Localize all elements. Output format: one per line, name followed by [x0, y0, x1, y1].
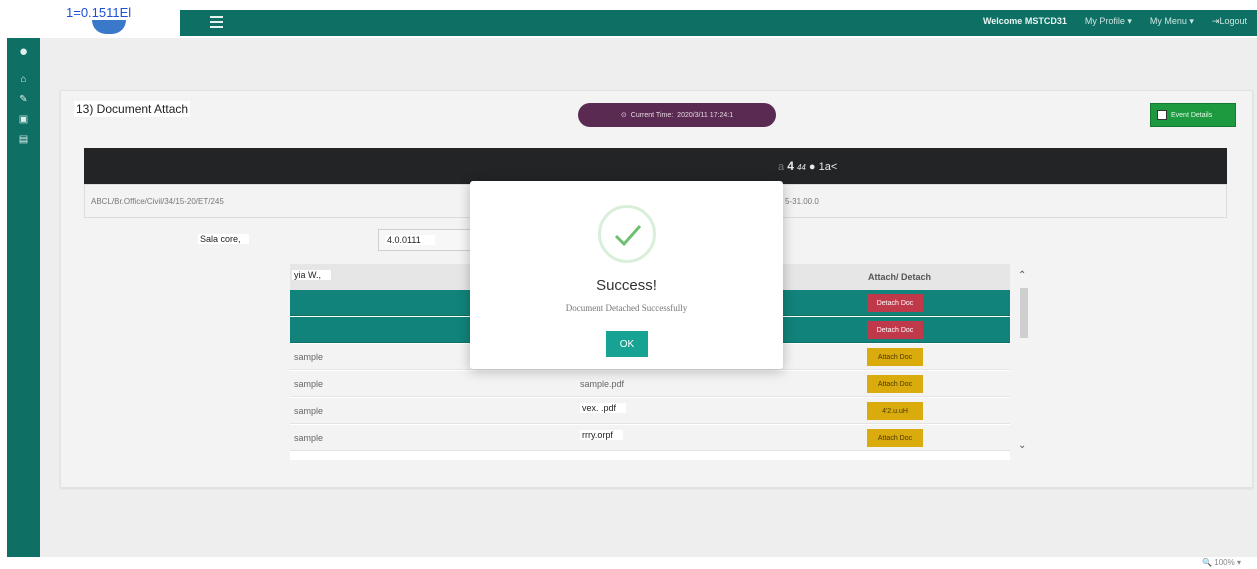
- app-window: 1=0.1511El Welcome MSTCD31 My Profile ▾ …: [0, 0, 1257, 569]
- row-name: sample: [294, 433, 324, 443]
- attach-doc-button[interactable]: 4'2.u.uH: [867, 402, 923, 420]
- my-menu[interactable]: My Menu ▾: [1150, 16, 1194, 27]
- hamburger-menu-icon[interactable]: [210, 16, 223, 28]
- row-file: sample.pdf: [580, 379, 625, 389]
- event-details-button[interactable]: Event Details: [1150, 103, 1236, 127]
- modal-message: Document Detached Successfully: [565, 303, 688, 313]
- column-header-name: yia W.,: [292, 270, 332, 280]
- zoom-level[interactable]: 🔍 100% ▾: [1202, 558, 1241, 567]
- detach-doc-button[interactable]: Detach Doc: [867, 321, 923, 339]
- row-file: vex. .pdf: [580, 403, 627, 413]
- info-value: 5-31.00.0: [785, 197, 819, 206]
- row-name: sample: [294, 352, 324, 362]
- ok-button[interactable]: OK: [606, 331, 648, 357]
- chevron-down-icon[interactable]: ⌄: [1018, 440, 1026, 451]
- row-name: sample: [294, 379, 324, 389]
- logout-link[interactable]: ⇥Logout: [1212, 16, 1247, 27]
- row-name: sample: [294, 406, 324, 416]
- scrollbar-thumb[interactable]: [1020, 288, 1028, 338]
- success-modal: Success! Document Detached Successfully …: [470, 181, 783, 369]
- my-profile-menu[interactable]: My Profile ▾: [1085, 16, 1132, 27]
- current-time-badge: ⊙ Current Time: 2020/3/11 17:24:1: [578, 103, 776, 127]
- checkbox-icon: [1157, 110, 1167, 120]
- header-bar-text: a 4 44 ● 1a<: [778, 159, 838, 173]
- modal-title: Success!: [596, 277, 657, 294]
- form-icon[interactable]: ▣: [7, 114, 40, 126]
- sidebar: ● ⌂ ✎ ▣ ▤: [7, 38, 40, 557]
- chart-icon[interactable]: ▤: [7, 134, 40, 146]
- table-row[interactable]: sample vex. .pdf 4'2.u.uH: [290, 398, 1010, 424]
- detach-doc-button[interactable]: Detach Doc: [867, 294, 923, 312]
- table-scrollbar[interactable]: ⌃ ⌄: [1016, 264, 1030, 460]
- user-icon[interactable]: ●: [7, 44, 40, 59]
- chevron-up-icon[interactable]: ⌃: [1018, 270, 1026, 281]
- navbar-right: Welcome MSTCD31 My Profile ▾ My Menu ▾ ⇥…: [983, 16, 1247, 27]
- header-bar: a 4 44 ● 1a<: [84, 148, 1227, 184]
- column-header-action: Attach/ Detach: [868, 272, 932, 282]
- row-file: rrry.orpf: [580, 430, 623, 440]
- filter-label: Sala core,: [198, 234, 249, 244]
- top-navbar: Welcome MSTCD31 My Profile ▾ My Menu ▾ ⇥…: [180, 10, 1257, 36]
- success-check-icon: [598, 205, 656, 263]
- logo-text: 1=0.1511El: [62, 6, 136, 20]
- table-row[interactable]: sample sample.pdf Attach Doc: [290, 371, 1010, 397]
- reference-number: ABCL/Br.Office/Civil/34/15-20/ET/245: [91, 197, 224, 206]
- tools-icon[interactable]: ✎: [7, 94, 40, 106]
- attach-doc-button[interactable]: Attach Doc: [867, 348, 923, 366]
- page-title: 13) Document Attach: [74, 101, 191, 117]
- home-icon[interactable]: ⌂: [7, 74, 40, 86]
- table-row[interactable]: sample rrry.orpf Attach Doc: [290, 425, 1010, 451]
- attach-doc-button[interactable]: Attach Doc: [867, 375, 923, 393]
- attach-doc-button[interactable]: Attach Doc: [867, 429, 923, 447]
- filter-input[interactable]: 4.0.0111: [378, 229, 478, 251]
- welcome-text: Welcome MSTCD31: [982, 16, 1067, 26]
- clock-icon: ⊙: [620, 112, 627, 119]
